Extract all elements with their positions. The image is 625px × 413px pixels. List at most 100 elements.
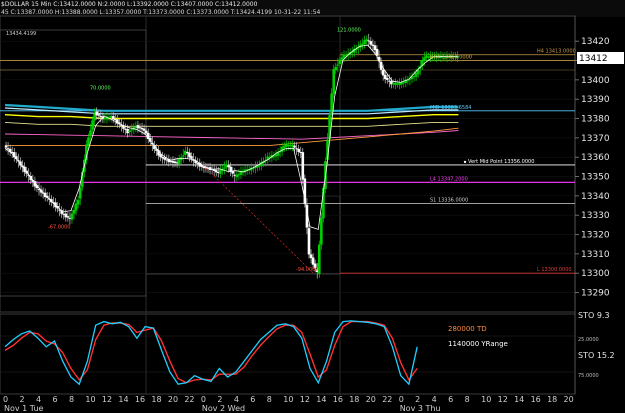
candle-body <box>78 187 82 199</box>
x-tick-label: 14 <box>118 395 128 404</box>
x-tick-label: 0 <box>3 395 8 404</box>
x-tick-label: 0 <box>399 395 404 404</box>
x-tick-label: 6 <box>250 395 255 404</box>
x-tick-label: 16 <box>531 395 541 404</box>
candle-body <box>334 66 338 71</box>
stochastic-indicator <box>0 320 575 386</box>
level-annotation: L4 13347.2000 <box>430 176 468 182</box>
sto-tick-top: 25.0000 <box>578 337 599 343</box>
candle-body <box>181 155 185 157</box>
x-tick-label: 20 <box>366 395 376 404</box>
candle-body <box>97 114 101 116</box>
candle-body <box>385 77 389 80</box>
band-lower-line <box>4 121 459 127</box>
orange-average-line <box>5 127 459 147</box>
stoch-k-line <box>4 320 418 386</box>
sto-tick-bottom: 75.0000 <box>578 373 599 379</box>
x-tick-label: 18 <box>547 395 557 404</box>
candle-body <box>163 157 167 160</box>
candle-body <box>332 69 336 95</box>
x-tick-label: 20 <box>168 395 178 404</box>
x-tick-label: 14 <box>514 395 524 404</box>
sto-title-1: STO 9.3 <box>578 311 610 320</box>
x-tick-label: 22 <box>382 395 392 404</box>
candle-body <box>338 59 342 65</box>
x-tick-label: 10 <box>283 395 293 404</box>
x-tick-label: 12 <box>102 395 112 404</box>
x-tick-label: 18 <box>151 395 161 404</box>
stoch-d-line <box>4 320 418 384</box>
level-annotation: S1 13336.0000 <box>430 198 468 204</box>
x-tick-label: 8 <box>267 395 272 404</box>
level-annotation: MID 13383.6584 <box>430 105 471 111</box>
candle-body <box>320 217 323 245</box>
x-tick-label: 0 <box>201 395 206 404</box>
candle-body <box>4 145 8 148</box>
x-tick-label: 12 <box>300 395 310 404</box>
level-annotation: RR4 13410.0000 <box>430 55 472 61</box>
candle-body <box>369 41 373 45</box>
candle-body <box>301 152 305 180</box>
y-tick-label: 13310 <box>581 250 610 260</box>
indicator-panel-frame <box>0 313 576 395</box>
candle-body <box>128 130 131 133</box>
candle-body <box>87 137 90 146</box>
x-tick-label: 2 <box>415 395 420 404</box>
y-gridlines <box>0 40 575 293</box>
x-tick-label: 8 <box>465 395 470 404</box>
y-tick-label: 13350 <box>581 173 610 183</box>
x-tick-label: 2 <box>217 395 222 404</box>
price-candles <box>4 33 459 279</box>
y-tick-label: 13370 <box>581 134 610 144</box>
x-tick-label: 4 <box>36 395 41 404</box>
x-tick-label: 10 <box>85 395 95 404</box>
x-tick-label: 4 <box>234 395 239 404</box>
vert-mid-marker <box>463 160 467 164</box>
y-tick-label: 13400 <box>581 76 610 86</box>
td-label: 280000 TD <box>448 325 487 333</box>
candle-body <box>307 228 311 255</box>
candle-body <box>223 167 226 169</box>
level-annotation: H4 13413.0000 <box>537 49 576 55</box>
y-tick-label: 13330 <box>581 211 610 221</box>
sto-title-2: STO 15.2 <box>578 351 615 360</box>
candle-body <box>66 216 70 218</box>
x-tick-label: 16 <box>333 395 343 404</box>
x-tick-label: 10 <box>481 395 491 404</box>
level-annotation: 121.0000 <box>337 27 361 33</box>
price-chart[interactable]: 13434.4199 RR4 13410.0000 H4 13413.0000 MI… <box>0 0 625 413</box>
y-axis-labels: 1342013410134001339013380133701336013350… <box>575 37 610 299</box>
day-label: Nov 2 Wed <box>202 404 245 413</box>
candle-body <box>293 145 296 148</box>
y-tick-label: 13420 <box>581 37 610 47</box>
x-tick-label: 6 <box>52 395 57 404</box>
y-tick-label: 13320 <box>581 231 610 241</box>
x-axis-labels: 0 2 4 6 8 10 12 14 16 18 20 22 0 2 4 6 8 10 12 14 16 18 20 22 0 2… <box>3 395 574 413</box>
trend-line <box>202 164 314 274</box>
level-annotation: -67.0000 <box>48 225 70 231</box>
candle-body <box>76 199 80 205</box>
level-annotation: L 13300.0000 <box>537 267 572 273</box>
last-price-tag: 13412 <box>579 54 608 64</box>
day-label: Nov 1 Tue <box>4 404 44 413</box>
level-annotation: 70.0000 <box>90 85 111 91</box>
candle-body <box>336 64 340 66</box>
y-tick-label: 13390 <box>581 95 610 105</box>
y-tick-label: 13300 <box>581 269 610 279</box>
x-tick-label: 16 <box>135 395 145 404</box>
band-upper-line <box>4 103 459 112</box>
x-tick-label: 8 <box>69 395 74 404</box>
x-tick-label: 14 <box>316 395 326 404</box>
y-tick-label: 13360 <box>581 153 610 163</box>
y-tick-label: 13380 <box>581 115 610 125</box>
candle-body <box>89 130 92 137</box>
candle-body <box>142 128 146 131</box>
candle-body <box>297 148 300 152</box>
level-annotation: -94.0000 <box>296 267 318 273</box>
day-label: Nov 3 Thu <box>400 404 441 413</box>
band-mid-line <box>4 114 459 120</box>
candle-body <box>190 156 193 159</box>
x-tick-label: 18 <box>349 395 359 404</box>
level-annotations: RR4 13410.0000 H4 13413.0000 MID 13383.658… <box>48 27 576 273</box>
candle-body <box>214 170 218 173</box>
